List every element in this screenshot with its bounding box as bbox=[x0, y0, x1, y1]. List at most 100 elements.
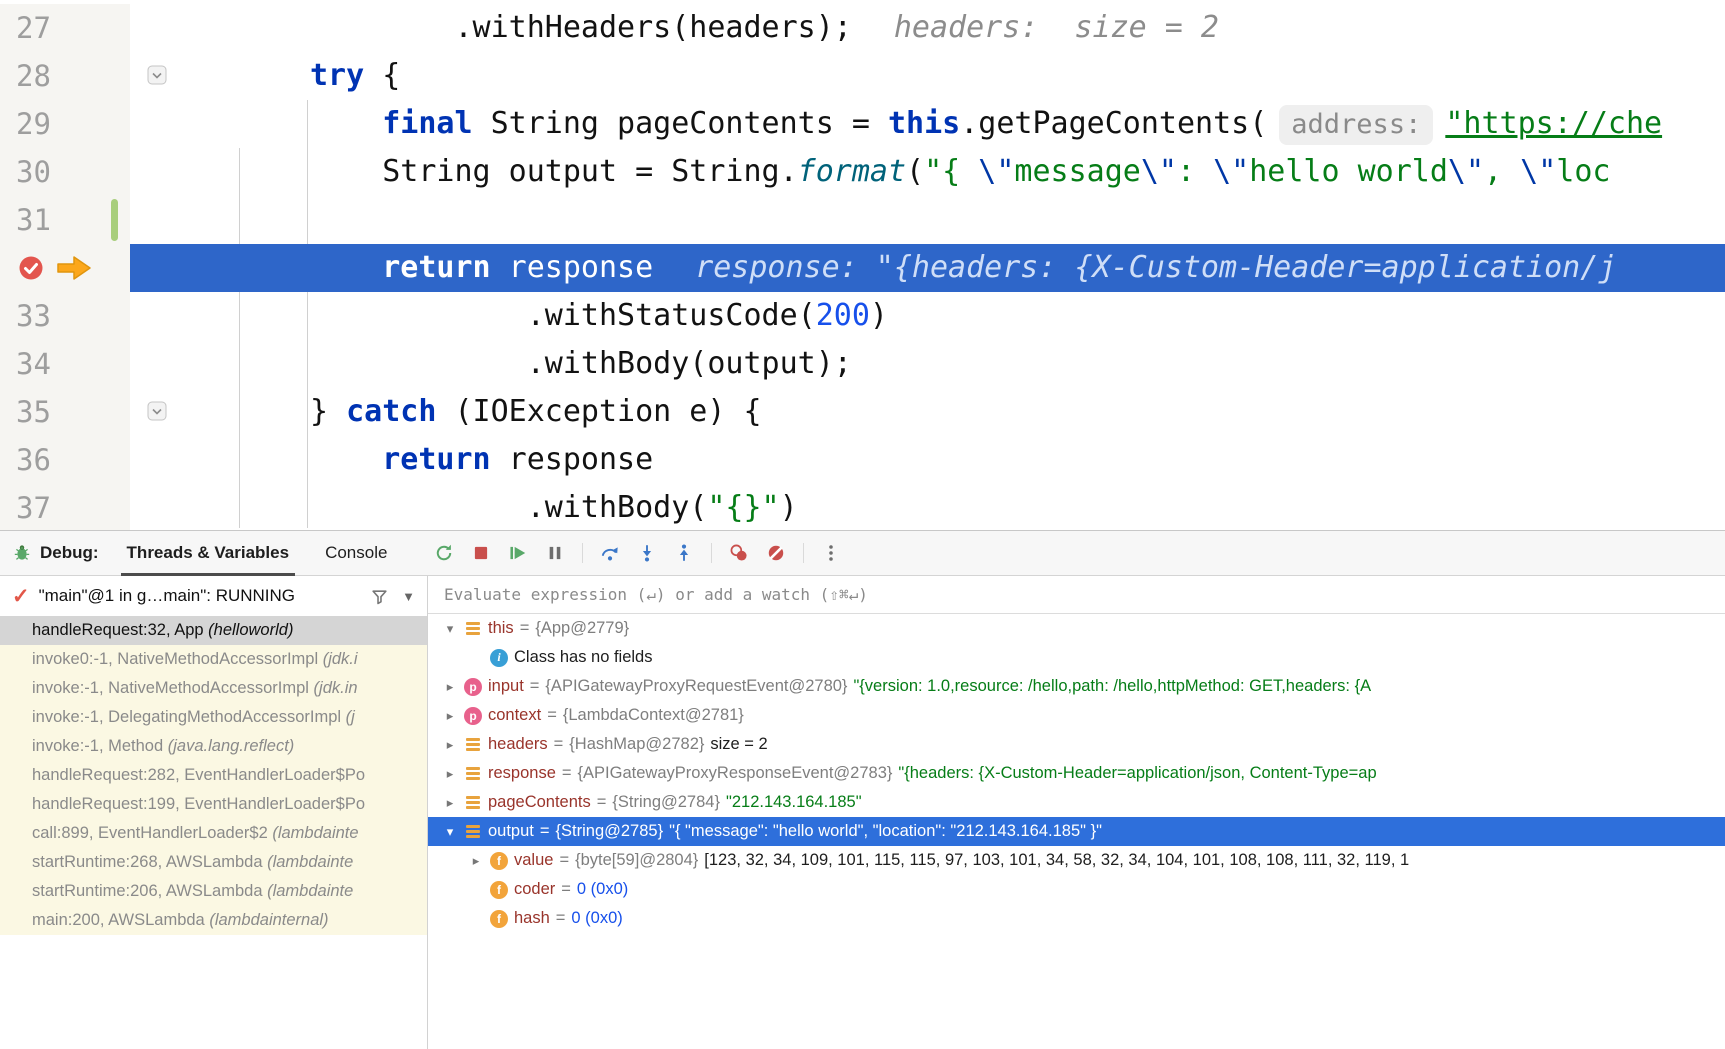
variable-row[interactable]: ▸iClass has no fields bbox=[428, 643, 1725, 672]
debug-tabs: Threads & VariablesConsole bbox=[109, 531, 406, 575]
editor-gutter[interactable]: 37 bbox=[0, 484, 130, 530]
variable-row[interactable]: ▾output = {String@2785} "{ "message": "h… bbox=[428, 817, 1725, 846]
variable-row[interactable]: ▸fvalue = {byte[59]@2804} [123, 32, 34, … bbox=[428, 846, 1725, 875]
expand-chevron[interactable]: ▸ bbox=[442, 766, 458, 782]
code-text bbox=[130, 196, 1725, 244]
more-button[interactable] bbox=[814, 536, 848, 570]
code-line[interactable]: 29 final String pageContents = this.getP… bbox=[0, 100, 1725, 148]
code-editor: 27 .withHeaders(headers);headers: size =… bbox=[0, 0, 1725, 530]
code-line[interactable]: 30 String output = String.format("{ \"me… bbox=[0, 148, 1725, 196]
rerun-button[interactable] bbox=[427, 536, 461, 570]
editor-gutter[interactable]: 30 bbox=[0, 148, 130, 196]
editor-gutter[interactable]: 28 bbox=[0, 52, 130, 100]
expand-chevron[interactable]: ▸ bbox=[468, 853, 484, 869]
variable-row[interactable]: ▸pinput = {APIGatewayProxyRequestEvent@2… bbox=[428, 672, 1725, 701]
frame-row[interactable]: invoke:-1, Method (java.lang.reflect) bbox=[0, 732, 427, 761]
code-text: return responseresponse: "{headers: {X-C… bbox=[130, 244, 1725, 292]
fold-icon[interactable] bbox=[146, 64, 168, 86]
editor-gutter[interactable]: 27 bbox=[0, 4, 130, 52]
variable-row[interactable]: ▸pageContents = {String@2784} "212.143.1… bbox=[428, 788, 1725, 817]
line-number: 34 bbox=[0, 347, 51, 381]
field-icon: f bbox=[490, 881, 508, 899]
editor-gutter[interactable]: 34 bbox=[0, 340, 130, 388]
expand-chevron[interactable]: ▸ bbox=[442, 708, 458, 724]
expand-chevron[interactable]: ▸ bbox=[442, 795, 458, 811]
variable-row[interactable]: ▸fhash = 0 (0x0) bbox=[428, 904, 1725, 933]
stop-icon bbox=[471, 543, 491, 563]
stop-button[interactable] bbox=[464, 536, 498, 570]
toolbar-separator bbox=[711, 543, 712, 563]
tab-console[interactable]: Console bbox=[307, 531, 405, 575]
editor-gutter[interactable]: 31 bbox=[0, 196, 130, 244]
pause-icon bbox=[545, 543, 565, 563]
frame-row[interactable]: invoke0:-1, NativeMethodAccessorImpl (jd… bbox=[0, 645, 427, 674]
frame-row[interactable]: invoke:-1, NativeMethodAccessorImpl (jdk… bbox=[0, 674, 427, 703]
expand-chevron[interactable]: ▸ bbox=[442, 737, 458, 753]
variable-row[interactable]: ▸headers = {HashMap@2782} size = 2 bbox=[428, 730, 1725, 759]
code-text: .withBody("{}") bbox=[130, 484, 1725, 530]
debug-body: ✓ "main"@1 in g…main": RUNNING ▼ handleR… bbox=[0, 576, 1725, 1049]
frame-row[interactable]: invoke:-1, DelegatingMethodAccessorImpl … bbox=[0, 703, 427, 732]
editor-gutter[interactable]: 33 bbox=[0, 292, 130, 340]
code-line[interactable]: 33 .withStatusCode(200) bbox=[0, 292, 1725, 340]
code-line[interactable]: return responseresponse: "{headers: {X-C… bbox=[0, 244, 1725, 292]
expand-chevron[interactable]: ▾ bbox=[442, 824, 458, 840]
step-out-button[interactable] bbox=[667, 536, 701, 570]
expand-chevron[interactable]: ▾ bbox=[442, 621, 458, 637]
fold-icon[interactable] bbox=[146, 400, 168, 422]
variable-icon bbox=[464, 620, 482, 638]
editor-gutter[interactable]: 36 bbox=[0, 436, 130, 484]
tab-threads-variables[interactable]: Threads & Variables bbox=[109, 531, 308, 575]
editor-gutter[interactable]: 29 bbox=[0, 100, 130, 148]
line-number: 33 bbox=[0, 299, 51, 333]
toolbar-separator bbox=[582, 543, 583, 563]
expand-chevron[interactable]: ▸ bbox=[442, 679, 458, 695]
code-line[interactable]: 36 return response bbox=[0, 436, 1725, 484]
editor-gutter[interactable]: 35 bbox=[0, 388, 130, 436]
variable-row[interactable]: ▸fcoder = 0 (0x0) bbox=[428, 875, 1725, 904]
code-line[interactable]: 37 .withBody("{}") bbox=[0, 484, 1725, 530]
execution-pointer-icon bbox=[56, 254, 92, 287]
frame-row[interactable]: handleRequest:199, EventHandlerLoader$Po bbox=[0, 790, 427, 819]
resume-button[interactable] bbox=[501, 536, 535, 570]
view-breakpoints-button[interactable] bbox=[722, 536, 756, 570]
thread-selector[interactable]: ✓ "main"@1 in g…main": RUNNING ▼ bbox=[0, 576, 427, 616]
variable-row[interactable]: ▸response = {APIGatewayProxyResponseEven… bbox=[428, 759, 1725, 788]
step-into-button[interactable] bbox=[630, 536, 664, 570]
variable-icon bbox=[464, 765, 482, 783]
debug-bug-icon bbox=[12, 543, 32, 563]
pause-button[interactable] bbox=[538, 536, 572, 570]
code-line[interactable]: 27 .withHeaders(headers);headers: size =… bbox=[0, 4, 1725, 52]
line-number: 36 bbox=[0, 443, 51, 477]
code-text: final String pageContents = this.getPage… bbox=[130, 100, 1725, 148]
evaluate-expression-input[interactable]: Evaluate expression (↵) or add a watch (… bbox=[428, 576, 1725, 614]
variable-row[interactable]: ▾this = {App@2779} bbox=[428, 614, 1725, 643]
thread-label: "main"@1 in g…main": RUNNING bbox=[39, 586, 362, 606]
step-over-button[interactable] bbox=[593, 536, 627, 570]
frame-row[interactable]: handleRequest:282, EventHandlerLoader$Po bbox=[0, 761, 427, 790]
debug-header: Debug: Threads & VariablesConsole bbox=[0, 531, 1725, 576]
frame-row[interactable]: startRuntime:206, AWSLambda (lambdainte bbox=[0, 877, 427, 906]
mute-breakpoints-button[interactable] bbox=[759, 536, 793, 570]
frame-row[interactable]: handleRequest:32, App (helloworld) bbox=[0, 616, 427, 645]
line-number: 35 bbox=[0, 395, 51, 429]
frame-row[interactable]: startRuntime:268, AWSLambda (lambdainte bbox=[0, 848, 427, 877]
code-line[interactable]: 34 .withBody(output); bbox=[0, 340, 1725, 388]
chevron-down-icon[interactable]: ▼ bbox=[402, 589, 415, 604]
debug-toolbar bbox=[427, 536, 848, 570]
toolbar-separator bbox=[803, 543, 804, 563]
variable-row[interactable]: ▸pcontext = {LambdaContext@2781} bbox=[428, 701, 1725, 730]
code-line[interactable]: 35} catch (IOException e) { bbox=[0, 388, 1725, 436]
frame-row[interactable]: main:200, AWSLambda (lambdainternal) bbox=[0, 906, 427, 935]
filter-funnel-icon[interactable] bbox=[370, 587, 389, 606]
frame-row[interactable]: call:899, EventHandlerLoader$2 (lambdain… bbox=[0, 819, 427, 848]
line-number: 37 bbox=[0, 491, 51, 525]
parameter-icon: p bbox=[464, 707, 482, 725]
parameter-icon: p bbox=[464, 678, 482, 696]
breakpoint-icon[interactable] bbox=[16, 253, 46, 288]
code-line[interactable]: 28try { bbox=[0, 52, 1725, 100]
variable-icon bbox=[464, 794, 482, 812]
editor-gutter[interactable] bbox=[0, 244, 130, 292]
code-line[interactable]: 31 bbox=[0, 196, 1725, 244]
line-number: 31 bbox=[0, 203, 51, 237]
